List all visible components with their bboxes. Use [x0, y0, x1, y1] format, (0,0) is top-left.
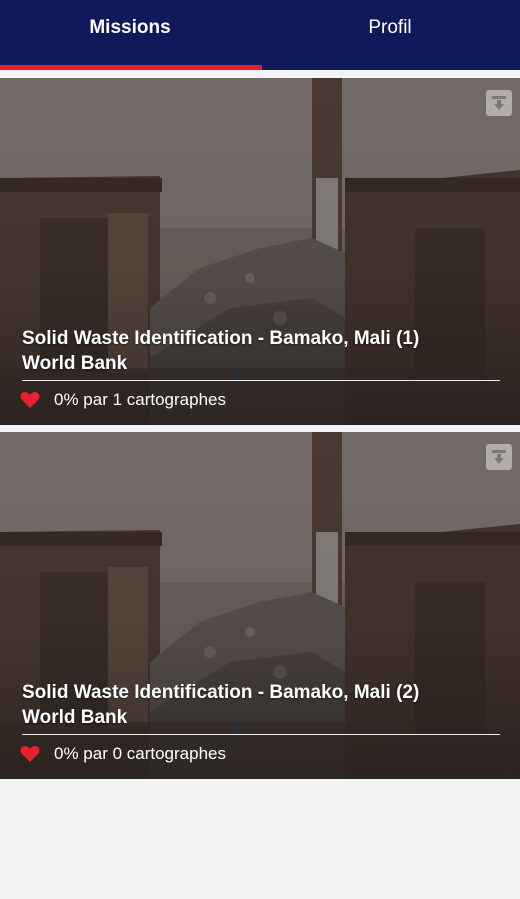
mission-card-1[interactable]: Solid Waste Identification - Bamako, Mal… [0, 78, 520, 425]
mission-title: Solid Waste Identification - Bamako, Mal… [22, 328, 420, 349]
empty-list-area [0, 779, 520, 899]
mission-stats-text: 0% par 1 cartographes [54, 390, 226, 409]
mission-card-2[interactable]: Solid Waste Identification - Bamako, Mal… [0, 432, 520, 779]
top-tab-bar: Missions Profil [0, 0, 520, 70]
mission-title: Solid Waste Identification - Bamako, Mal… [22, 682, 420, 703]
download-icon [492, 450, 506, 464]
tabbar-spacer [0, 70, 520, 78]
card-divider [22, 734, 500, 735]
download-icon [492, 96, 506, 110]
mission-info: Solid Waste Identification - Bamako, Mal… [20, 680, 500, 767]
mission-info: Solid Waste Identification - Bamako, Mal… [20, 326, 500, 413]
download-button[interactable] [486, 444, 512, 470]
tab-profil[interactable]: Profil [260, 0, 520, 56]
card-divider [22, 380, 500, 381]
mission-organization: World Bank [22, 353, 128, 374]
heart-icon [20, 745, 40, 763]
heart-icon [20, 391, 40, 409]
mission-organization: World Bank [22, 707, 128, 728]
mission-stats: 0% par 0 cartographes [20, 741, 500, 767]
tab-missions[interactable]: Missions [0, 0, 260, 56]
app: Missions Profil Solid Waste Identificati… [0, 0, 520, 899]
mission-stats: 0% par 1 cartographes [20, 387, 500, 413]
mission-stats-text: 0% par 0 cartographes [54, 744, 226, 763]
download-button[interactable] [486, 90, 512, 116]
